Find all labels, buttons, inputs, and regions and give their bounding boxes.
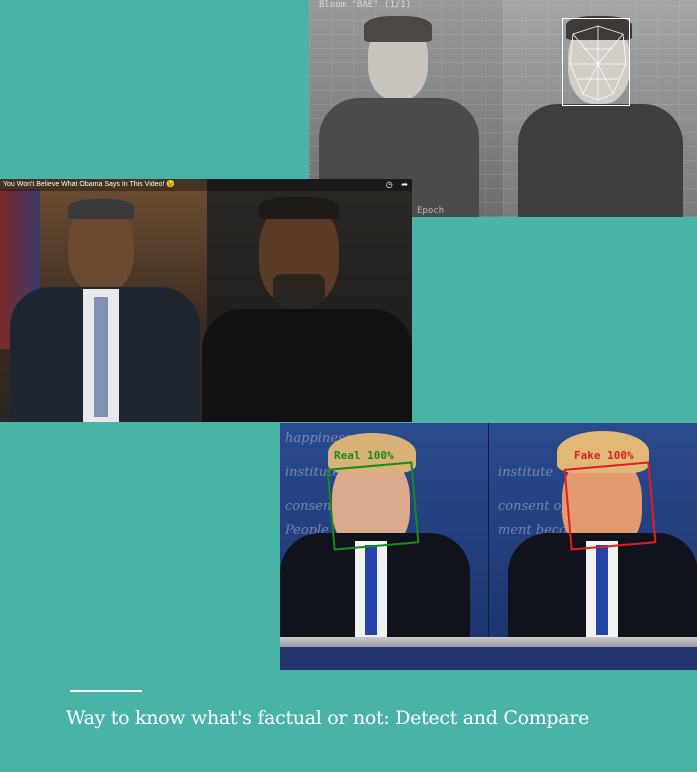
caption-divider (70, 690, 142, 692)
video-frame[interactable]: You Won't Believe What Obama Says In Thi… (0, 179, 412, 422)
podium (280, 637, 697, 670)
fake-detection-box (563, 461, 657, 551)
real-label: Real 100% (334, 449, 394, 462)
overlay-label-epoch: Epoch (417, 206, 445, 216)
caption: Way to know what's factual or not: Detec… (66, 707, 590, 729)
clock-icon[interactable]: ◷ (386, 180, 393, 189)
video-title: You Won't Believe What Obama Says In Thi… (0, 179, 412, 191)
real-detection-box (326, 461, 420, 551)
speaker-right (202, 179, 412, 422)
speaker-left (0, 179, 207, 422)
overlay-label: Bloom "BAE" (1/1) (319, 0, 412, 10)
detection-image: happiness. institute consent of institut… (280, 423, 697, 670)
share-icon[interactable]: ➦ (401, 180, 408, 189)
fake-label: Fake 100% (574, 449, 634, 462)
mesh-frame (503, 0, 697, 217)
face-mesh-icon (569, 25, 627, 101)
